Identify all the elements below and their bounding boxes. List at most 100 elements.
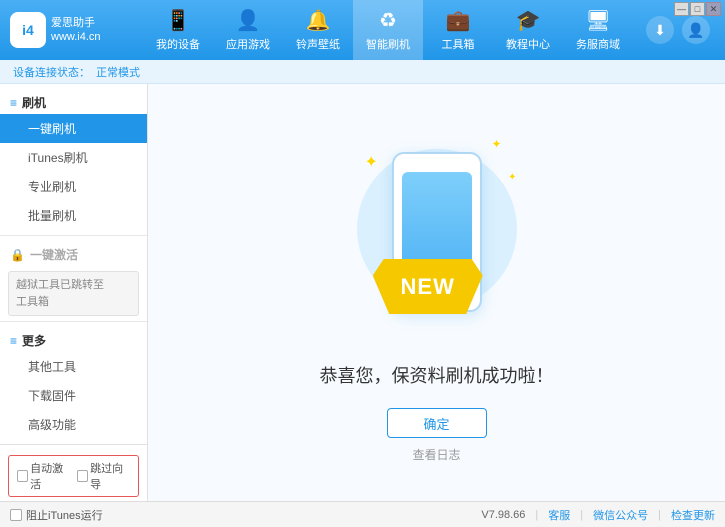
success-illustration: ✦ ✦ ✦ NEW [337,122,537,342]
nav-my-device[interactable]: 📱 我的设备 [143,0,213,60]
bottom-bar: 阻止iTunes运行 V7.98.66 | 客服 | 微信公众号 | 检查更新 [0,501,725,527]
more-title: 更多 [22,332,46,349]
sidebar-item-advanced[interactable]: 高级功能 [0,410,147,439]
logo-area: i4 爱思助手 www.i4.cn [10,12,130,48]
version-label: V7.98.66 [481,509,525,521]
sparkle-3: ✦ [508,172,516,183]
nav-label-tools: 工具箱 [442,36,475,52]
footer-link-update[interactable]: 检查更新 [671,507,715,523]
itunes-flash-label: iTunes刷机 [28,151,88,165]
header: i4 爱思助手 www.i4.cn 📱 我的设备 👤 应用游戏 🔔 铃声壁纸 ♻ [0,0,725,60]
footer-link-wechat[interactable]: 微信公众号 [593,507,648,523]
sidebar-item-other-tools[interactable]: 其他工具 [0,352,147,381]
logo-symbol: i4 [22,22,34,38]
user-btn[interactable]: 👤 [682,16,710,44]
sidebar-item-batch-flash[interactable]: 批量刷机 [0,201,147,230]
nav-label-smart: 智能刷机 [366,36,410,52]
other-tools-label: 其他工具 [28,360,76,374]
bottom-right: V7.98.66 | 客服 | 微信公众号 | 检查更新 [481,507,715,523]
sidebar-item-pro-flash[interactable]: 专业刷机 [0,172,147,201]
view-log-link[interactable]: 查看日志 [412,446,460,463]
activation-title: 一键激活 [30,246,78,263]
itunes-checkbox[interactable] [10,509,22,521]
new-badge-text: NEW [401,274,455,300]
more-icon: ≡ [10,334,17,348]
guide-activate-checkbox[interactable]: 跳过向导 [77,460,130,492]
content-area: ✦ ✦ ✦ NEW 恭喜您，保资料刷机成功啦！ 确定 查看日志 [148,84,725,501]
logo-icon: i4 [10,12,46,48]
sidebar-section-flash: ≡ 刷机 [0,89,147,114]
sep-3: | [658,509,661,521]
sidebar: ≡ 刷机 一键刷机 iTunes刷机 专业刷机 批量刷机 🔒 一键激活 越狱工具… [0,84,148,501]
smart-icon: ♻ [376,9,400,33]
sidebar-section-more: ≡ 更多 [0,327,147,352]
close-button[interactable]: ✕ [706,2,721,16]
window-controls: — □ ✕ [670,0,725,18]
sparkle-1: ✦ [365,152,378,172]
itunes-label: 阻止iTunes运行 [26,507,103,523]
nav-label-apps: 应用游戏 [226,36,270,52]
sidebar-section-activation: 🔒 一键激活 [0,241,147,266]
nav-tutorial[interactable]: 🎓 教程中心 [493,0,563,60]
sep-2: | [580,509,583,521]
logo-line2: www.i4.cn [51,30,101,44]
nav-smart-flash[interactable]: ♻ 智能刷机 [353,0,423,60]
download-btn[interactable]: ⬇ [646,16,674,44]
download-firmware-label: 下载固件 [28,389,76,403]
maximize-button[interactable]: □ [690,2,705,16]
auto-activate-check [17,470,28,482]
nav-toolbox[interactable]: 💼 工具箱 [423,0,493,60]
auto-options-box: 自动激活 跳过向导 [8,455,139,497]
breadcrumb-status: 正常模式 [96,64,140,80]
sidebar-divider-1 [0,235,147,236]
confirm-button[interactable]: 确定 [387,408,487,438]
ringtone-icon: 🔔 [306,9,330,33]
breadcrumb-prefix: 设备连接状态： [13,64,90,80]
guide-activate-label: 跳过向导 [90,460,130,492]
sparkle-2: ✦ [491,137,501,151]
flash-section-title: 刷机 [22,94,46,111]
apps-icon: 👤 [236,9,260,33]
phone-icon: 📱 [166,9,190,33]
activation-icon: 🔒 [10,248,25,262]
sidebar-divider-2 [0,321,147,322]
pro-flash-label: 专业刷机 [28,180,76,194]
success-message: 恭喜您，保资料刷机成功啦！ [320,362,554,388]
tutorial-icon: 🎓 [516,9,540,33]
activation-notice: 越狱工具已跳转至 工具箱 [8,271,139,316]
sidebar-item-itunes-flash[interactable]: iTunes刷机 [0,143,147,172]
footer-link-support[interactable]: 客服 [548,507,570,523]
nav-label-my-device: 我的设备 [156,36,200,52]
nav-service[interactable]: 🖥 务服商域 [563,0,633,60]
new-badge: NEW [373,259,483,314]
auto-activate-label: 自动激活 [30,460,70,492]
itunes-bar: 阻止iTunes运行 [10,507,103,523]
nav-label-tutorial: 教程中心 [506,36,550,52]
bottom-left: 阻止iTunes运行 [10,507,481,523]
device-section: 自动激活 跳过向导 📱 iPhone 15 Pro Max 512GB iPho… [0,444,147,501]
nav-apps-games[interactable]: 👤 应用游戏 [213,0,283,60]
sep-1: | [535,509,538,521]
notice-line1: 越狱工具已跳转至 [16,277,131,294]
logo-text: 爱思助手 www.i4.cn [51,16,101,45]
auto-activate-checkbox[interactable]: 自动激活 [17,460,70,492]
minimize-button[interactable]: — [674,2,689,16]
nav-label-ringtone: 铃声壁纸 [296,36,340,52]
breadcrumb: 设备连接状态： 正常模式 [0,60,725,84]
nav-ringtone[interactable]: 🔔 铃声壁纸 [283,0,353,60]
confirm-label: 确定 [423,414,449,433]
tools-icon: 💼 [446,9,470,33]
flash-section-icon: ≡ [10,96,17,110]
notice-line2: 工具箱 [16,294,131,311]
advanced-label: 高级功能 [28,418,76,432]
service-icon: 🖥 [586,9,610,33]
main-layout: ≡ 刷机 一键刷机 iTunes刷机 专业刷机 批量刷机 🔒 一键激活 越狱工具… [0,84,725,501]
sidebar-item-download-firmware[interactable]: 下载固件 [0,381,147,410]
nav-bar: 📱 我的设备 👤 应用游戏 🔔 铃声壁纸 ♻ 智能刷机 💼 工具箱 🎓 教 [130,0,646,60]
sidebar-item-one-click-flash[interactable]: 一键刷机 [0,114,147,143]
nav-label-service: 务服商域 [576,36,620,52]
batch-flash-label: 批量刷机 [28,209,76,223]
guide-activate-check [77,470,88,482]
header-right: ⬇ 👤 [646,16,710,44]
logo-line1: 爱思助手 [51,16,101,30]
